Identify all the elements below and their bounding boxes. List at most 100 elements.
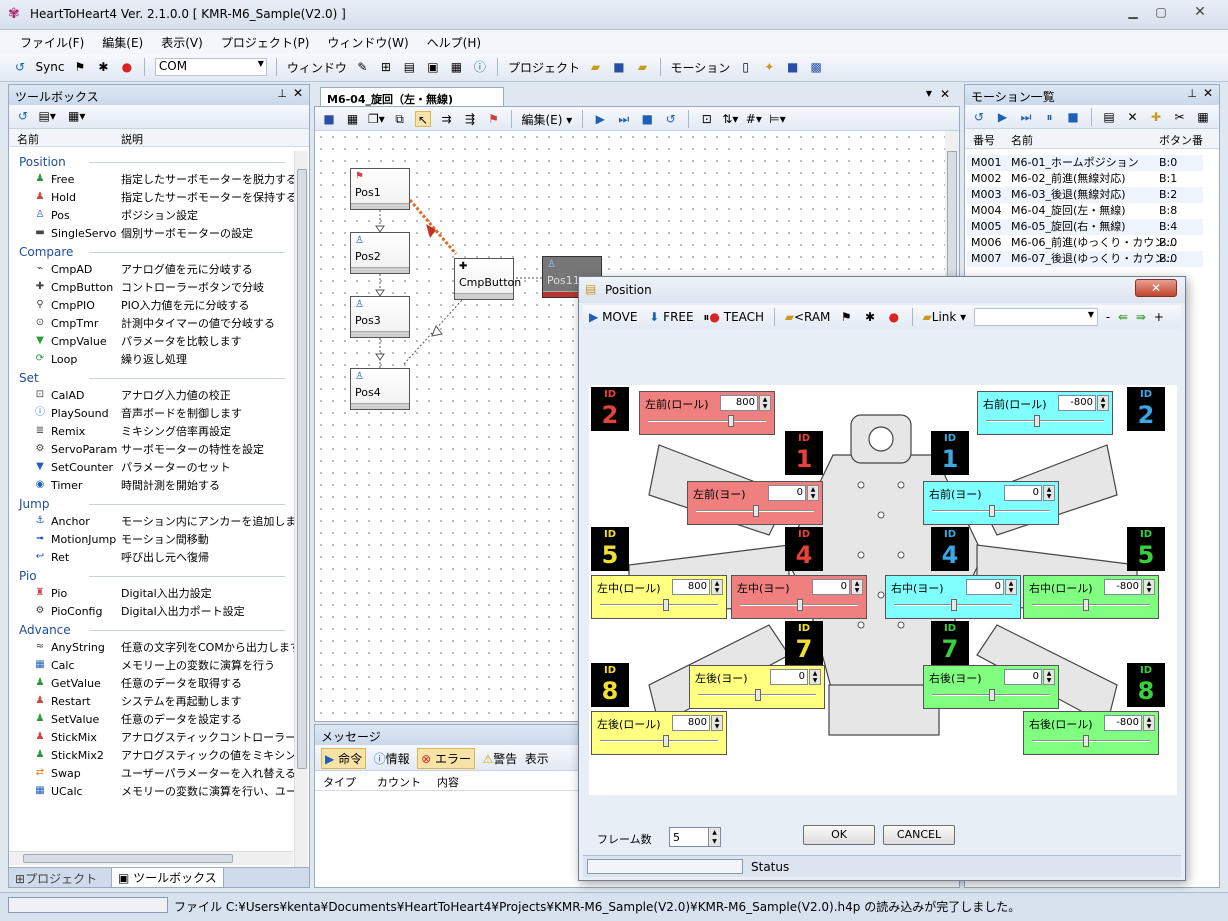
filter-command-button[interactable]: ▶ 命令 xyxy=(321,748,367,769)
toolbox-item-setcounter[interactable]: ▼ SetCounter パラメーターのセット xyxy=(9,459,295,477)
column-number[interactable]: 番号 xyxy=(973,132,995,148)
folder-icon[interactable]: ▰ xyxy=(634,59,650,75)
servo-slider-thumb[interactable] xyxy=(662,735,669,747)
flow-node-pos1[interactable]: ⚑ Pos1 xyxy=(350,168,410,210)
servo-control-left-rear-roll[interactable]: 左後(ロール) 800 ▲ ▼ xyxy=(591,711,727,755)
column-button[interactable]: ボタン番 xyxy=(1159,132,1203,148)
servo-slider-thumb[interactable] xyxy=(727,415,734,427)
servo-slider-thumb[interactable] xyxy=(797,599,803,611)
record-icon[interactable]: ● xyxy=(886,309,902,325)
paste-icon[interactable]: ▦ xyxy=(1195,109,1211,125)
connect-icon[interactable]: ⇉ xyxy=(439,111,455,127)
refresh-icon[interactable]: ↺ xyxy=(971,109,987,125)
tab-toolbox[interactable]: ▣ ツールボックス xyxy=(111,868,224,888)
servo-value-input[interactable]: 800 xyxy=(672,715,710,731)
toolbox-group-header[interactable]: Jump xyxy=(9,495,295,513)
spin-buttons[interactable]: ▲ ▼ xyxy=(809,669,821,685)
servo-control-right-front-yaw[interactable]: 右前(ヨー) 0 ▲ ▼ xyxy=(923,481,1059,525)
toolbox-item-hold[interactable]: ♟ Hold 指定したサーボモーターを保持する xyxy=(9,189,295,207)
spin-buttons[interactable]: ▲ ▼ xyxy=(759,395,771,411)
servo-slider-thumb[interactable] xyxy=(1083,599,1090,611)
table-row[interactable]: M005 M6-05_旋回(右・無線) B:4 xyxy=(967,219,1203,235)
spin-buttons[interactable]: ▲ ▼ xyxy=(1143,715,1155,731)
cancel-button[interactable]: CANCEL xyxy=(883,825,955,845)
toolbox-item-motionjump[interactable]: ➟ MotionJump モーション間移動 xyxy=(9,531,295,549)
spin-buttons[interactable]: ▲ ▼ xyxy=(1097,395,1109,411)
sync-button[interactable]: Sync xyxy=(36,60,65,74)
servo-control-left-front-yaw[interactable]: 左前(ヨー) 0 ▲ ▼ xyxy=(687,481,823,525)
servo-slider-track[interactable] xyxy=(1032,604,1150,606)
filter-info-button[interactable]: ⓘ情報 xyxy=(374,750,410,767)
servo-slider-thumb[interactable] xyxy=(1083,735,1090,747)
toolbox-item-ret[interactable]: ↩ Ret 呼び出し元へ復帰 xyxy=(9,549,295,567)
servo-value-input[interactable]: 0 xyxy=(1004,669,1042,685)
toolbox-item-swap[interactable]: ⇄ Swap ユーザーパラメーターを入れ替える xyxy=(9,765,295,783)
servo-slider-thumb[interactable] xyxy=(755,689,761,701)
refresh-icon[interactable]: ↺ xyxy=(15,108,31,124)
spin-buttons[interactable]: ▲ ▼ xyxy=(1043,669,1055,685)
properties-icon[interactable]: ▤ xyxy=(1101,109,1117,125)
zoom-icon[interactable]: ⊡ xyxy=(699,111,715,127)
flow-node-pos2[interactable]: ♙ Pos2 xyxy=(350,232,410,274)
servo-value-input[interactable]: 0 xyxy=(770,669,808,685)
link-remove-button[interactable]: - xyxy=(1106,310,1110,324)
servo-control-right-middle-yaw[interactable]: 右中(ヨー) 0 ▲ ▼ xyxy=(885,575,1021,619)
spin-buttons[interactable]: ▲ ▼ xyxy=(1143,579,1155,595)
move-button[interactable]: ▶ MOVE xyxy=(589,310,637,324)
servo-value-input[interactable]: -800 xyxy=(1104,579,1142,595)
pin-icon[interactable]: ⊥ xyxy=(1187,87,1197,100)
column-name[interactable]: 名前 xyxy=(1011,132,1033,148)
spin-buttons[interactable]: ▲ ▼ xyxy=(1043,485,1055,501)
pointer-icon[interactable]: ↖ xyxy=(415,111,431,127)
toolbox-item-cmppio[interactable]: ⚲ CmpPIO PIO入力値を元に分岐する xyxy=(9,297,295,315)
grid-view-icon[interactable]: ▦▾ xyxy=(68,108,85,124)
info-icon[interactable]: ⓘ xyxy=(472,59,488,75)
cut-icon[interactable]: ✂ xyxy=(1172,109,1188,125)
servo-slider-thumb[interactable] xyxy=(753,505,759,517)
servo-slider-thumb[interactable] xyxy=(989,689,995,701)
ok-button[interactable]: OK xyxy=(803,825,875,845)
servo-value-input[interactable]: 0 xyxy=(768,485,806,501)
properties-icon[interactable]: ▤ xyxy=(401,59,417,75)
menu-edit[interactable]: 編集(E) xyxy=(92,30,151,51)
close-icon[interactable]: ✕ xyxy=(940,87,950,101)
toolbox-group-header[interactable]: Position xyxy=(9,153,295,171)
stop-icon[interactable]: ■ xyxy=(639,111,655,127)
stop-icon[interactable]: ■ xyxy=(1065,109,1081,125)
flag-icon[interactable]: ⚑ xyxy=(838,309,854,325)
toolbox-group-header[interactable]: Pio xyxy=(9,567,295,585)
servo-control-right-middle-roll[interactable]: 右中(ロール) -800 ▲ ▼ xyxy=(1023,575,1159,619)
new-file-icon[interactable]: ▯ xyxy=(738,59,754,75)
servo-slider-track[interactable] xyxy=(986,420,1104,422)
step-icon[interactable]: ⏭ xyxy=(1018,109,1034,125)
link-button[interactable]: ▰Link ▾ xyxy=(923,310,967,324)
save-icon[interactable]: ■ xyxy=(611,59,627,75)
column-name[interactable]: 名前 xyxy=(17,131,39,147)
read-ram-button[interactable]: ▰<RAM xyxy=(785,310,831,324)
toolbox-item-timer[interactable]: ◉ Timer 時間計測を開始する xyxy=(9,477,295,495)
menu-window[interactable]: ウィンドウ(W) xyxy=(317,30,416,51)
toolbox-item-ucalc[interactable]: ▦ UCalc メモリーの変数に演算を行い、ユー xyxy=(9,783,295,801)
servo-value-input[interactable]: 800 xyxy=(720,395,758,411)
table-icon[interactable]: ▦ xyxy=(448,59,464,75)
toolbox-item-calc[interactable]: ▦ Calc メモリー上の変数に演算を行う xyxy=(9,657,295,675)
tab-project[interactable]: ⊞プロジェクト xyxy=(11,870,101,887)
open-folder-icon[interactable]: ▰ xyxy=(587,59,603,75)
column-type[interactable]: タイプ xyxy=(323,774,356,790)
filter-warning-button[interactable]: ⚠警告 xyxy=(483,750,518,767)
com-select[interactable]: COM ▼ xyxy=(154,58,267,76)
toolbox-item-singleservo[interactable]: ▬ SingleServo 個別サーボモーターの設定 xyxy=(9,225,295,243)
play-icon[interactable]: ▶ xyxy=(995,109,1011,125)
wrench-icon[interactable]: ✎ xyxy=(354,59,370,75)
servo-control-left-middle-roll[interactable]: 左中(ロール) 800 ▲ ▼ xyxy=(591,575,727,619)
save-icon[interactable]: ■ xyxy=(321,111,337,127)
column-content[interactable]: 内容 xyxy=(437,774,459,790)
toolbox-item-pio[interactable]: ♜ Pio Digital入出力設定 xyxy=(9,585,295,603)
frame-count-value[interactable]: 5 xyxy=(673,831,680,844)
toolbox-item-cmpbutton[interactable]: ✚ CmpButton コントローラーボタンで分岐 xyxy=(9,279,295,297)
table-row[interactable]: M003 M6-03_後退(無線対応) B:2 xyxy=(967,187,1203,203)
minimize-button[interactable]: ▁ xyxy=(1120,3,1146,21)
teach-button[interactable]: ⏸● TEACH xyxy=(703,310,764,325)
save-all-icon[interactable]: ▩ xyxy=(808,59,824,75)
spin-buttons[interactable]: ▲ ▼ xyxy=(708,828,720,846)
